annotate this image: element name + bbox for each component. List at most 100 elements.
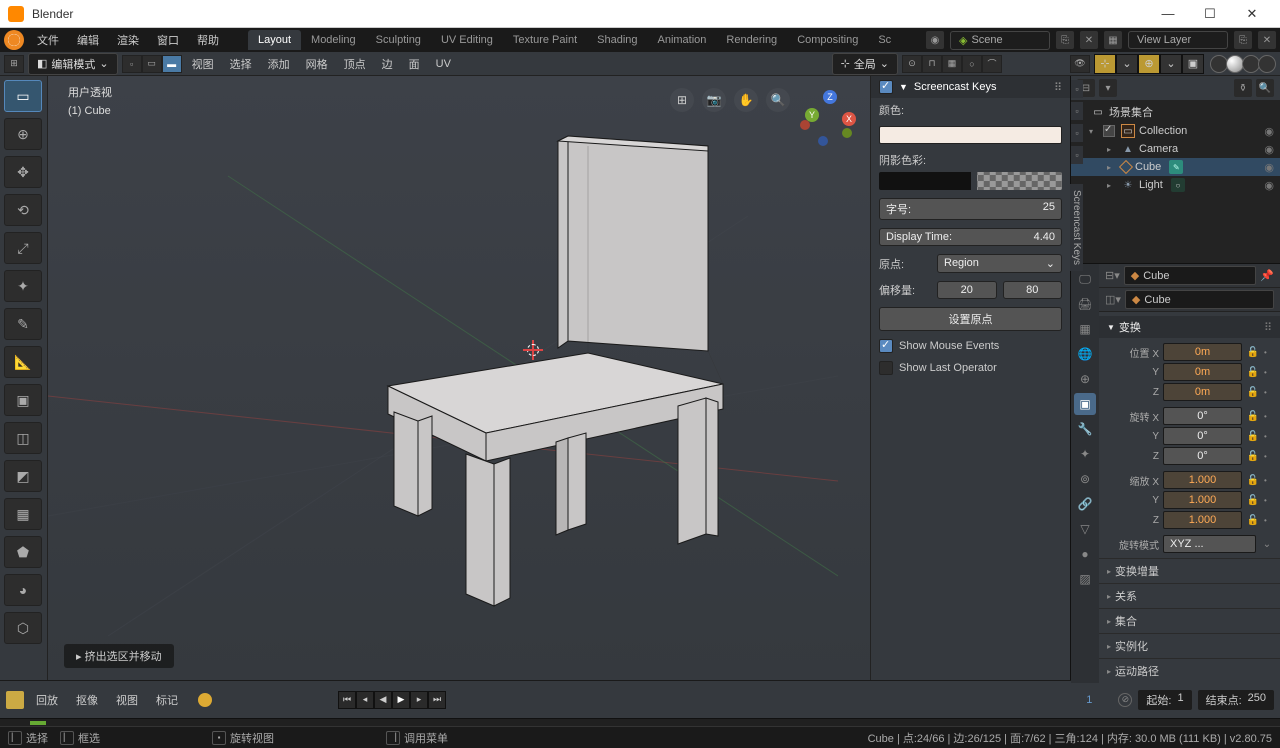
maximize-button[interactable]: ☐ [1190,0,1230,28]
tl-view[interactable]: 视图 [110,692,144,708]
workspace-sculpting[interactable]: Sculpting [366,30,431,50]
tl-marker[interactable]: 标记 [150,692,184,708]
rot-x-lock[interactable]: 🔓 [1246,411,1260,422]
loc-y-lock[interactable]: 🔓 [1246,367,1260,378]
prop-tab-particles[interactable]: ✦ [1074,443,1096,465]
prop-tab-scene[interactable]: 🌐 [1074,343,1096,365]
loc-x-lock[interactable]: 🔓 [1246,347,1260,358]
menu-render[interactable]: 渲染 [108,32,148,48]
outliner-scene-collection[interactable]: ▾▭场景集合 [1071,102,1280,122]
visibility-icon[interactable]: 👁 [1070,55,1090,73]
shading-rendered[interactable] [1258,55,1276,73]
tool-measure[interactable]: 📐 [4,346,42,378]
pin-icon[interactable]: 📌 [1260,269,1274,282]
timeline-editor-icon[interactable] [6,691,24,709]
scale-y-lock[interactable]: 🔓 [1246,495,1260,506]
hmenu-select[interactable]: 选择 [224,54,258,74]
nav-grid-icon[interactable]: ⊞ [670,88,694,112]
pivot-icon[interactable]: ⊙ [902,55,922,73]
gizmo-toggle[interactable]: ⊹ [1094,54,1116,74]
viewlayer-delete-button[interactable]: ✕ [1258,31,1276,49]
workspace-texturepaint[interactable]: Texture Paint [503,30,587,50]
prop-tab-data[interactable]: ▽ [1074,518,1096,540]
tool-scale[interactable]: ⤢ [4,232,42,264]
scene-icon[interactable]: ◉ [926,31,944,49]
outliner-collection[interactable]: ▾▭Collection ◉ [1071,122,1280,140]
prop-tab-viewlayer[interactable]: ▦ [1074,318,1096,340]
offset-x-field[interactable]: 20 [937,281,997,299]
tool-loopcut[interactable]: ▦ [4,498,42,530]
outliner-search-icon[interactable]: 🔍 [1256,79,1274,97]
rot-z-lock[interactable]: 🔓 [1246,451,1260,462]
offset-y-field[interactable]: 80 [1003,281,1063,299]
prop-tab-world[interactable]: ⊕ [1074,368,1096,390]
playhead-icon[interactable] [30,721,46,725]
select-edge-mode[interactable]: ▭ [142,55,162,73]
nav-zoom-icon[interactable]: 🔍 [766,88,790,112]
tool-rotate[interactable]: ⟲ [4,194,42,226]
collection-checkbox[interactable] [1103,125,1115,137]
rot-y-lock[interactable]: 🔓 [1246,431,1260,442]
axis-neg-z[interactable] [818,136,828,146]
start-frame-field[interactable]: 起始:1 [1138,690,1191,710]
data-name-field[interactable]: ◆Cube [1125,290,1274,309]
displaytime-field[interactable]: Display Time:4.40 [879,228,1062,246]
prop-tab-object[interactable]: ▣ [1074,393,1096,415]
axis-neg-x[interactable] [800,120,810,130]
hmenu-uv[interactable]: UV [430,56,457,72]
sidebar-tab-screencast[interactable]: Screencast Keys [1070,184,1083,271]
axis-x-icon[interactable]: X [842,112,856,126]
select-face-mode[interactable]: ▬ [162,55,182,73]
outliner-item-cube[interactable]: ▸Cube ✎ ◉ [1071,158,1280,176]
scene-delete-button[interactable]: ✕ [1080,31,1098,49]
jump-end[interactable]: ⏭ [428,691,446,709]
section-relations[interactable]: ▸关系 [1099,583,1280,608]
workspace-compositing[interactable]: Compositing [787,30,868,50]
preview-range-icon[interactable]: ⊘ [1118,693,1132,707]
play-forward[interactable]: ▶ [392,691,410,709]
axis-z-icon[interactable]: Z [823,90,837,104]
workspace-rendering[interactable]: Rendering [716,30,787,50]
origin-dropdown[interactable]: Region⌄ [937,254,1062,273]
loc-x-field[interactable]: 0m [1163,343,1242,361]
tool-knife[interactable]: ⬟ [4,536,42,568]
tool-cursor[interactable]: ⊕ [4,118,42,150]
nav-camera-icon[interactable]: 📷 [702,88,726,112]
select-vertex-mode[interactable]: ▫ [122,55,142,73]
section-instancing[interactable]: ▸实例化 [1099,633,1280,658]
menu-file[interactable]: 文件 [28,32,68,48]
minimize-button[interactable]: — [1148,0,1188,28]
snap-target-icon[interactable]: ▦ [942,55,962,73]
current-frame[interactable]: 1 [1066,694,1112,706]
loc-z-lock[interactable]: 🔓 [1246,387,1260,398]
blender-icon[interactable] [4,30,24,50]
workspace-modeling[interactable]: Modeling [301,30,366,50]
mode-dropdown[interactable]: ◧编辑模式⌄ [28,53,118,75]
tool-move[interactable]: ✥ [4,156,42,188]
orientation-dropdown[interactable]: ⊹全局⌄ [832,53,898,75]
keyframe-next[interactable]: ▸ [410,691,428,709]
gizmo-opts[interactable]: ⌄ [1116,54,1138,74]
section-delta[interactable]: ▸变换增量 [1099,558,1280,583]
rot-x-field[interactable]: 0° [1163,407,1242,425]
menu-window[interactable]: 窗口 [148,32,188,48]
end-frame-field[interactable]: 结束点:250 [1198,690,1274,710]
color-swatch[interactable] [879,126,1062,144]
camera-visibility[interactable]: ◉ [1264,143,1274,156]
prop-tab-physics[interactable]: ⊚ [1074,468,1096,490]
sidebar-tab-item[interactable]: ▫ [1071,80,1083,98]
viewlayer-icon[interactable]: ▦ [1104,31,1122,49]
nav-hand-icon[interactable]: ✋ [734,88,758,112]
hmenu-vertex[interactable]: 顶点 [338,54,372,74]
loc-y-field[interactable]: 0m [1163,363,1242,381]
loc-z-field[interactable]: 0m [1163,383,1242,401]
scale-x-lock[interactable]: 🔓 [1246,475,1260,486]
timeline-scrubber[interactable] [0,718,1280,726]
rot-y-field[interactable]: 0° [1163,427,1242,445]
scale-y-field[interactable]: 1.000 [1163,491,1242,509]
prop-tab-constraints[interactable]: 🔗 [1074,493,1096,515]
show-mouse-checkbox[interactable] [879,339,893,353]
hmenu-mesh[interactable]: 网格 [300,54,334,74]
viewlayer-selector[interactable]: View Layer [1128,31,1228,49]
screencast-enable-checkbox[interactable] [879,80,893,94]
